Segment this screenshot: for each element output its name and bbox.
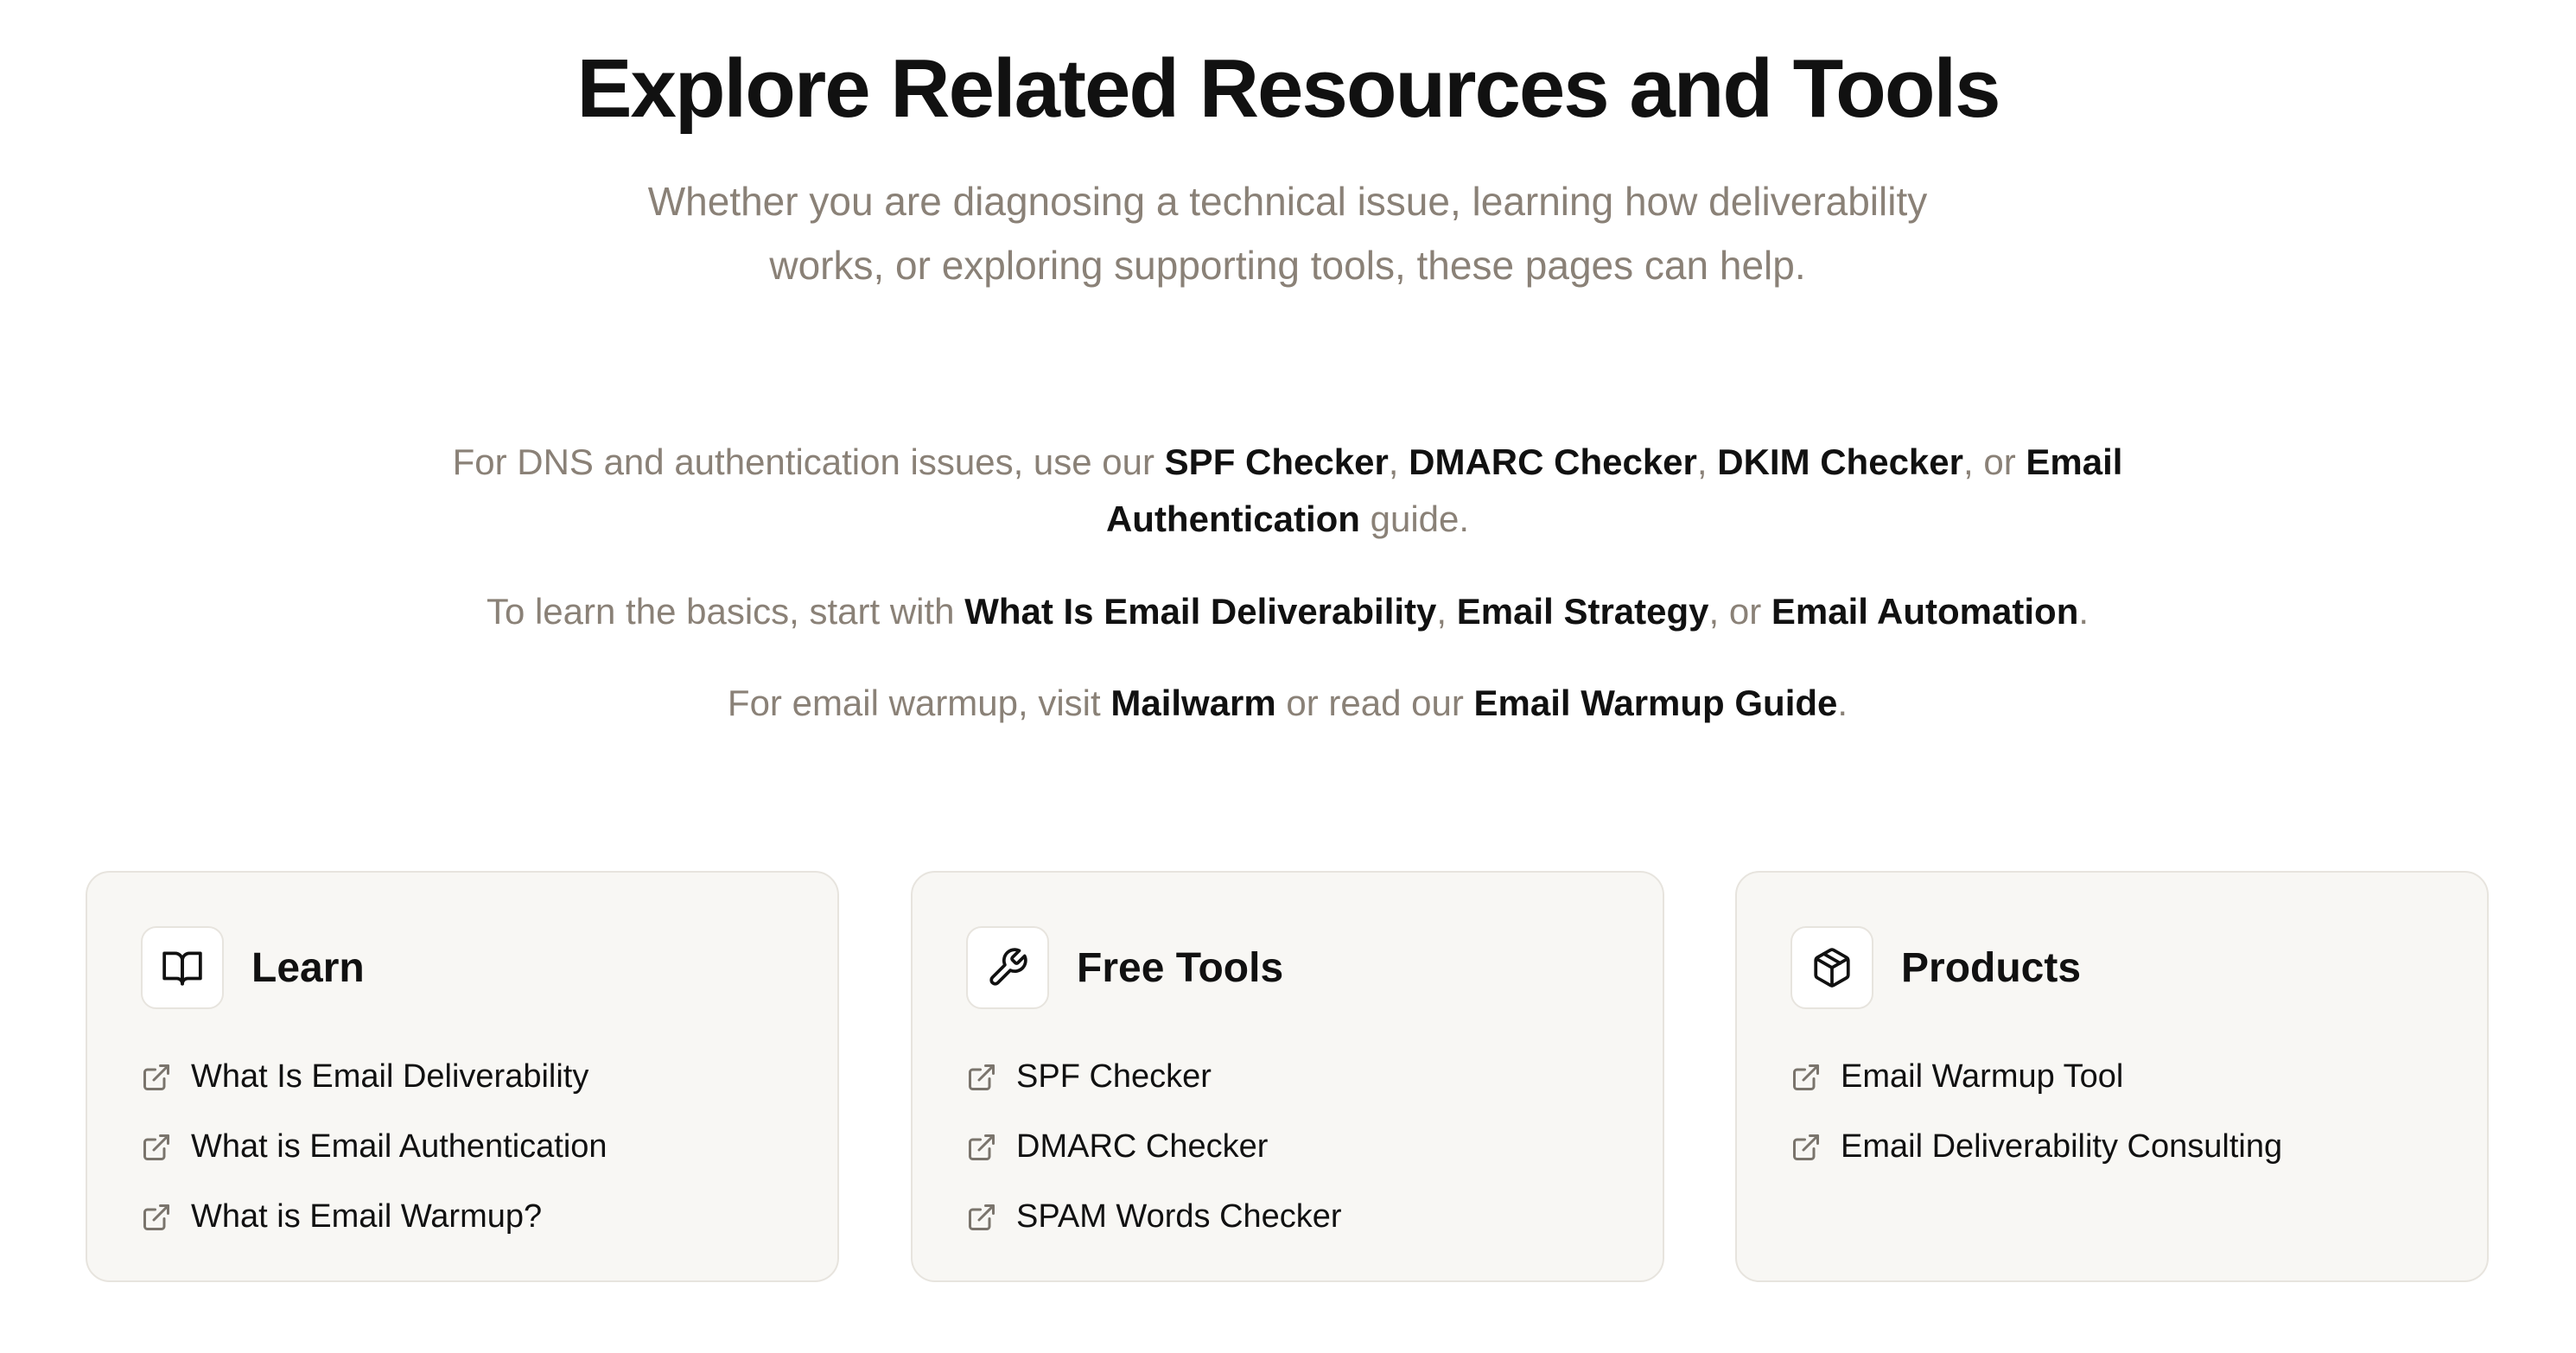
products-link-label: Email Deliverability Consulting [1841,1128,2283,1165]
external-link-icon [1793,1134,1819,1160]
free-tools-card-header: Free Tools [966,926,1283,1009]
dns-para-sep-1: , [1388,441,1409,482]
learn-card-title: Learn [251,944,365,991]
warmup-para-prefix: For email warmup, visit [727,683,1111,723]
free-tools-card-title: Free Tools [1077,944,1284,991]
learn-card: Learn What Is Email Deliverability What … [86,871,839,1282]
email-deliverability-link[interactable]: What Is Email Deliverability [964,591,1436,632]
external-link-icon [143,1064,169,1090]
page-title: Explore Related Resources and Tools [576,42,2000,135]
learn-links-list: What Is Email Deliverability What is Ema… [141,1042,607,1252]
external-link-icon [969,1204,995,1230]
learn-link-email-warmup[interactable]: What is Email Warmup? [141,1182,607,1252]
products-link-email-warmup-tool[interactable]: Email Warmup Tool [1790,1042,2282,1112]
basics-para-suffix: . [2078,591,2089,632]
box-icon [1790,926,1873,1009]
external-link-icon [143,1204,169,1230]
email-warmup-guide-link[interactable]: Email Warmup Guide [1474,683,1838,723]
spf-checker-link[interactable]: SPF Checker [1165,441,1389,482]
free-tools-card: Free Tools SPF Checker DMARC Checker SPA… [911,871,1664,1282]
subtitle-line-1: Whether you are diagnosing a technical i… [647,179,1928,224]
external-link-icon [969,1064,995,1090]
external-link-icon [1793,1064,1819,1090]
products-links-list: Email Warmup Tool Email Deliverability C… [1790,1042,2282,1182]
products-card: Products Email Warmup Tool Email Deliver… [1735,871,2489,1282]
products-card-header: Products [1790,926,2081,1009]
tools-link-label: SPAM Words Checker [1016,1198,1342,1235]
basics-para-prefix: To learn the basics, start with [486,591,965,632]
learn-link-label: What is Email Warmup? [191,1198,543,1235]
dns-para-sep-3: , or [1963,441,2026,482]
wrench-icon [966,926,1049,1009]
products-card-title: Products [1901,944,2082,991]
dns-para-sep-2: , [1696,441,1718,482]
tools-link-spf-checker[interactable]: SPF Checker [966,1042,1342,1112]
book-icon [141,926,224,1009]
mailwarm-link[interactable]: Mailwarm [1110,683,1275,723]
external-link-icon [969,1134,995,1160]
email-strategy-link[interactable]: Email Strategy [1457,591,1709,632]
learn-link-email-deliverability[interactable]: What Is Email Deliverability [141,1042,607,1112]
learn-link-email-authentication[interactable]: What is Email Authentication [141,1112,607,1182]
basics-para-sep-2: , or [1708,591,1771,632]
warmup-para-middle: or read our [1275,683,1474,723]
subtitle-line-2: works, or exploring supporting tools, th… [769,243,1806,288]
tools-link-label: SPF Checker [1016,1058,1212,1095]
email-automation-link[interactable]: Email Automation [1771,591,2078,632]
learn-link-label: What Is Email Deliverability [191,1058,589,1095]
tools-link-dmarc-checker[interactable]: DMARC Checker [966,1112,1342,1182]
dns-auth-paragraph: For DNS and authentication issues, use o… [423,434,2152,548]
warmup-paragraph: For email warmup, visit Mailwarm or read… [423,675,2152,732]
page-subtitle: Whether you are diagnosing a technical i… [596,169,1979,297]
learn-link-label: What is Email Authentication [191,1128,607,1165]
products-link-deliverability-consulting[interactable]: Email Deliverability Consulting [1790,1112,2282,1182]
dns-para-prefix: For DNS and authentication issues, use o… [452,441,1165,482]
dmarc-checker-link[interactable]: DMARC Checker [1409,441,1697,482]
external-link-icon [143,1134,169,1160]
tools-link-label: DMARC Checker [1016,1128,1269,1165]
products-link-label: Email Warmup Tool [1841,1058,2124,1095]
dns-para-suffix: guide. [1359,499,1470,539]
free-tools-links-list: SPF Checker DMARC Checker SPAM Words Che… [966,1042,1342,1252]
basics-paragraph: To learn the basics, start with What Is … [423,583,2152,640]
learn-card-header: Learn [141,926,365,1009]
dkim-checker-link[interactable]: DKIM Checker [1717,441,1963,482]
tools-link-spam-words-checker[interactable]: SPAM Words Checker [966,1182,1342,1252]
basics-para-sep-1: , [1436,591,1457,632]
warmup-para-suffix: . [1837,683,1848,723]
